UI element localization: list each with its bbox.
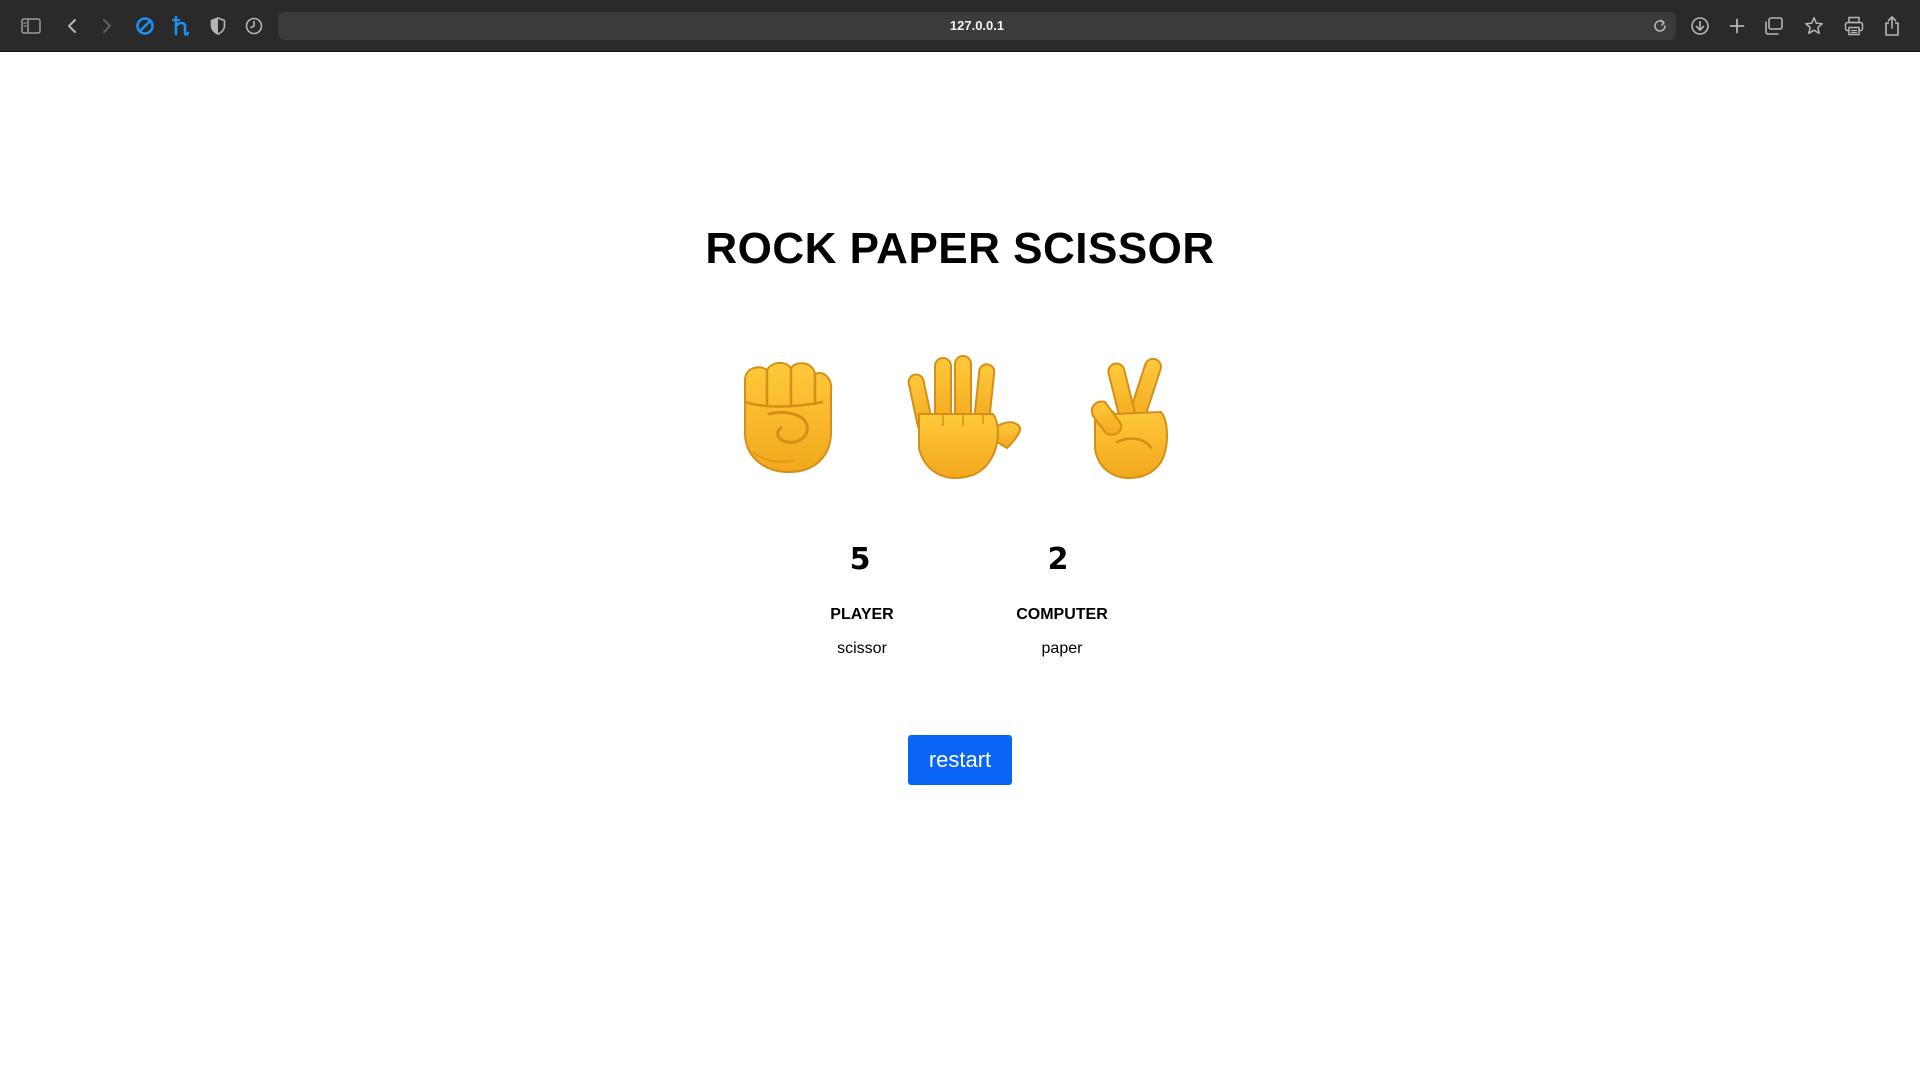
bookmark-star-icon[interactable] xyxy=(1802,14,1826,38)
browser-toolbar: 127.0.0.1 xyxy=(0,0,1920,52)
sidebar-icon[interactable] xyxy=(19,14,43,38)
game-title: ROCK PAPER SCISSOR xyxy=(705,224,1215,273)
extension-h-icon[interactable] xyxy=(169,14,193,38)
new-tab-icon[interactable] xyxy=(1725,14,1749,38)
crossed-fingers-icon xyxy=(1091,357,1168,480)
computer-score: 2 xyxy=(1047,542,1069,577)
print-icon[interactable] xyxy=(1842,14,1866,38)
tabs-overview-icon[interactable] xyxy=(1762,14,1786,38)
page-content: ROCK PAPER SCISSOR 5 2 PLAYER COMPUTER s… xyxy=(0,52,1920,1080)
forward-icon[interactable] xyxy=(95,14,119,38)
rock-choice-button[interactable] xyxy=(723,352,853,482)
shield-icon[interactable] xyxy=(206,14,230,38)
open-hand-icon xyxy=(907,355,1021,480)
restart-button[interactable]: restart xyxy=(908,735,1012,785)
download-icon[interactable] xyxy=(1688,14,1712,38)
computer-choice: paper xyxy=(1041,640,1083,657)
share-icon[interactable] xyxy=(1880,14,1904,38)
scissor-choice-button[interactable] xyxy=(1065,352,1195,482)
url-text: 127.0.0.1 xyxy=(949,18,1005,33)
player-label: PLAYER xyxy=(830,606,894,623)
computer-label: COMPUTER xyxy=(1016,606,1108,623)
paper-choice-button[interactable] xyxy=(895,352,1025,482)
player-score: 5 xyxy=(849,542,871,577)
address-bar[interactable]: 127.0.0.1 xyxy=(278,12,1676,40)
reload-icon[interactable] xyxy=(1652,18,1668,34)
back-icon[interactable] xyxy=(60,14,84,38)
history-icon[interactable] xyxy=(242,14,266,38)
blocker-icon[interactable] xyxy=(133,14,157,38)
player-choice: scissor xyxy=(837,640,887,657)
fist-icon xyxy=(744,362,833,474)
